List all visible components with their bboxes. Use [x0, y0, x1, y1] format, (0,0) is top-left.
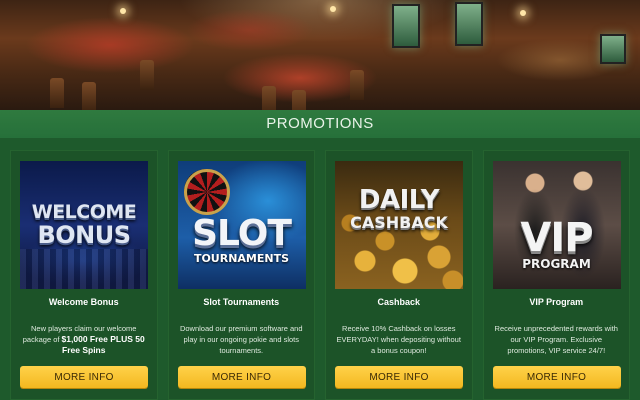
image-text-line1: VIP	[520, 215, 593, 261]
casino-stool	[262, 86, 276, 110]
casino-stool	[140, 60, 154, 90]
promo-card-vip-program: VIP PROGRAM VIP Program Receive unpreced…	[482, 150, 630, 400]
card-description: Download our premium software and play i…	[179, 324, 303, 355]
image-text-line2: TOURNAMENTS	[193, 252, 290, 265]
casino-stool	[82, 82, 96, 110]
casino-hero-image	[0, 0, 640, 110]
slot-tournaments-image[interactable]: SLOT TOURNAMENTS	[177, 161, 306, 289]
slot-machine-screen	[455, 2, 483, 46]
card-description: Receive unprecedented rewards with our V…	[494, 324, 618, 355]
page-title: PROMOTIONS	[266, 115, 374, 132]
welcome-bonus-image[interactable]: WELCOME BONUS	[20, 161, 148, 289]
card-title: Welcome Bonus	[48, 297, 119, 307]
more-info-button[interactable]: MORE INFO	[492, 366, 621, 388]
card-title: Slot Tournaments	[203, 297, 280, 307]
casino-stool	[50, 78, 64, 108]
image-text-line2: BONUS	[37, 221, 131, 249]
casino-stool	[292, 90, 306, 110]
more-info-button[interactable]: MORE INFO	[177, 366, 306, 388]
card-description-highlight: $1,000 Free PLUS 50 Free Spins	[61, 334, 145, 355]
image-text-line2: CASHBACK	[350, 212, 448, 232]
promotions-header: PROMOTIONS	[0, 110, 640, 138]
card-description: New players claim our welcome package of…	[19, 323, 149, 356]
promo-card-cashback: DAILY CASHBACK Cashback Receive 10% Cash…	[325, 150, 473, 400]
image-text-line1: DAILY	[358, 184, 440, 215]
casino-stool	[350, 70, 364, 100]
promotions-grid: WELCOME BONUS Welcome Bonus New players …	[10, 150, 630, 400]
image-text-line1: SLOT	[192, 213, 292, 254]
more-info-button[interactable]: MORE INFO	[20, 366, 148, 388]
roulette-wheel-icon	[183, 169, 230, 215]
ceiling-light	[120, 8, 126, 14]
slot-machine-screen	[392, 4, 420, 48]
daily-cashback-image[interactable]: DAILY CASHBACK	[335, 161, 463, 289]
card-title: VIP Program	[529, 297, 584, 307]
ceiling-light	[520, 10, 526, 16]
casino-floor-graphic	[20, 249, 148, 289]
card-description: Receive 10% Cashback on losses EVERYDAY!…	[336, 324, 461, 355]
slot-machine-screen	[600, 34, 626, 64]
more-info-button[interactable]: MORE INFO	[335, 366, 463, 388]
promo-card-welcome-bonus: WELCOME BONUS Welcome Bonus New players …	[10, 150, 158, 400]
image-text-line2: PROGRAM	[522, 257, 591, 271]
image-text-line1: WELCOME	[31, 201, 137, 223]
card-title: Cashback	[377, 297, 421, 307]
promo-card-slot-tournaments: SLOT TOURNAMENTS Slot Tournaments Downlo…	[167, 150, 315, 400]
vip-program-image[interactable]: VIP PROGRAM	[492, 161, 621, 289]
ceiling-light	[330, 6, 336, 12]
